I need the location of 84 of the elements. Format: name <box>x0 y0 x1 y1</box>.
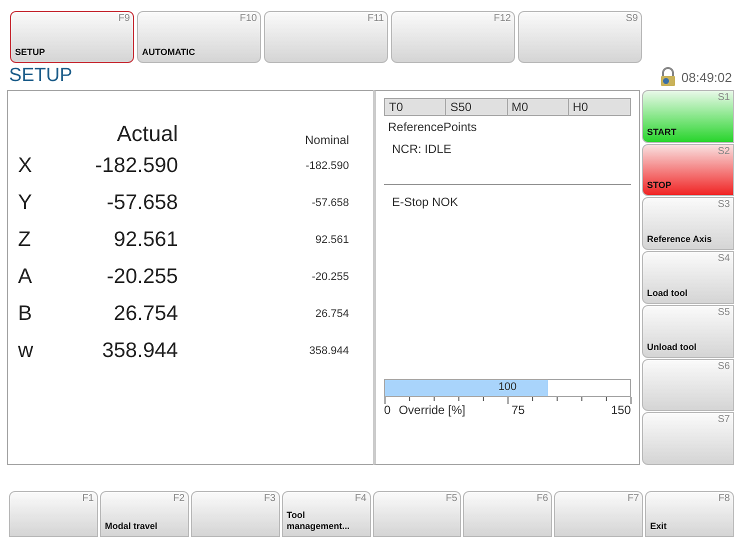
actual-value: -57.658 <box>106 190 178 214</box>
nominal-value: 26.754 <box>314 308 349 320</box>
soft-key[interactable]: S1 START <box>642 90 734 143</box>
soft-key[interactable]: S3 Reference Axis <box>642 197 734 250</box>
function-key-label: F8 <box>718 493 730 504</box>
status-cell: T0 <box>385 99 446 115</box>
override-label: Override [%] <box>398 403 466 417</box>
function-key-label: F5 <box>446 493 458 504</box>
soft-key[interactable]: F6 <box>463 491 552 537</box>
function-key-label: F10 <box>240 13 257 24</box>
function-key-label: S6 <box>718 360 730 372</box>
soft-key[interactable]: F11 <box>264 11 388 63</box>
actual-value: 358.944 <box>101 338 178 362</box>
nominal-value: -57.658 <box>310 196 349 208</box>
clock: 08:49:02 <box>681 70 732 84</box>
function-key-label: F1 <box>82 493 94 504</box>
nominal-value: 358.944 <box>308 344 349 356</box>
key-label: Unload tool <box>646 342 698 354</box>
key-label: SETUP <box>14 47 46 59</box>
key-label: START <box>646 126 678 139</box>
actual-value: 92.561 <box>112 228 178 252</box>
soft-key[interactable]: S9 <box>518 11 642 63</box>
soft-key[interactable]: F2 Modal travel <box>100 491 189 537</box>
axis-name: B <box>17 302 34 326</box>
key-label: Modal travel <box>104 521 158 533</box>
soft-key[interactable]: S6 <box>642 358 734 412</box>
actual-value: 26.754 <box>112 302 178 326</box>
message-text: E-Stop NOK <box>391 194 460 209</box>
function-key-label: S2 <box>718 146 730 157</box>
soft-key[interactable]: F12 <box>391 11 515 63</box>
mode-text: ReferencePoints <box>387 119 478 134</box>
soft-key[interactable]: S4 Load tool <box>642 251 734 304</box>
function-key-label: F2 <box>173 493 185 504</box>
key-label: Tool management... <box>286 510 351 533</box>
axis-name: w <box>17 338 34 362</box>
soft-key[interactable]: F10 AUTOMATIC <box>137 11 261 63</box>
function-key-label: F7 <box>627 493 640 504</box>
scale-label: 0 <box>384 403 391 417</box>
scale-label: 150 <box>610 403 631 417</box>
function-key-label: F12 <box>494 13 511 24</box>
function-key-label: S7 <box>718 414 730 426</box>
actual-value: -182.590 <box>94 154 178 178</box>
actual-value: -20.255 <box>106 264 178 288</box>
override-reading: 100 <box>497 381 518 393</box>
function-key-label: S1 <box>718 92 730 103</box>
scale-label: 75 <box>511 403 525 417</box>
status-cell-text: H0 <box>572 99 590 115</box>
status-cell: M0 <box>508 99 569 115</box>
axis-name: A <box>17 264 34 288</box>
function-key-label: F3 <box>264 493 276 504</box>
function-key-label: F11 <box>368 13 384 24</box>
axis-name: Y <box>17 190 34 214</box>
key-label: Exit <box>649 521 668 533</box>
key-label: Load tool <box>646 288 688 300</box>
soft-key[interactable]: F9 SETUP <box>10 11 134 63</box>
function-key-label: S3 <box>718 199 730 210</box>
column-header: Nominal <box>304 133 349 147</box>
soft-key[interactable]: F4 Tool management... <box>282 491 370 537</box>
soft-key[interactable]: F1 <box>9 491 98 537</box>
soft-key[interactable]: F7 <box>554 491 644 537</box>
ncr-status: NCR: IDLE <box>391 141 452 156</box>
key-label: AUTOMATIC <box>141 47 196 59</box>
nominal-value: 92.561 <box>314 234 349 246</box>
function-key-label: F6 <box>536 493 548 504</box>
soft-key[interactable]: S7 <box>642 412 734 466</box>
column-header: Actual <box>116 121 178 147</box>
key-label: Reference Axis <box>646 234 713 246</box>
soft-key[interactable]: S2 STOP <box>642 144 734 196</box>
page-title: SETUP <box>9 65 72 87</box>
soft-key[interactable]: S5 Unload tool <box>642 304 734 358</box>
soft-key[interactable]: F3 <box>190 491 280 537</box>
status-cell: S50 <box>446 99 508 115</box>
function-key-label: S5 <box>718 306 730 318</box>
function-key-label: S9 <box>626 13 638 24</box>
axis-name: X <box>17 154 34 178</box>
function-key-label: F9 <box>118 13 130 24</box>
axis-name: Z <box>17 228 32 252</box>
soft-key[interactable]: F8 Exit <box>645 491 734 537</box>
nominal-value: -20.255 <box>310 270 349 282</box>
function-key-label: F4 <box>354 493 366 504</box>
soft-key[interactable]: F5 <box>372 491 462 537</box>
key-label: STOP <box>646 180 672 192</box>
nominal-value: -182.590 <box>304 160 349 172</box>
function-key-label: S4 <box>718 253 730 264</box>
